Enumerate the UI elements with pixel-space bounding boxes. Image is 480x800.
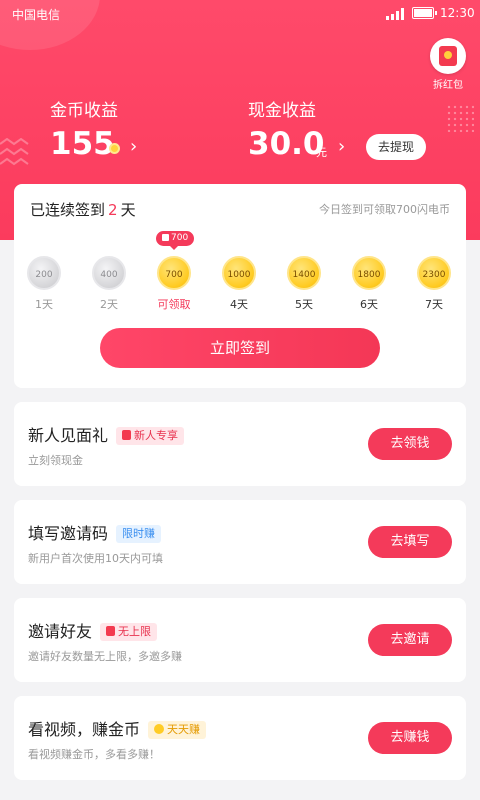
checkin-day: 1000 4天 — [217, 256, 261, 312]
task-title-text: 看视频，赚金币 — [28, 720, 141, 739]
day-label: 7天 — [425, 298, 443, 311]
task-card-newbie: 新人见面礼 新人专享 立刻领现金 去领钱 — [14, 402, 466, 486]
task-desc: 新用户首次使用10天内可填 — [28, 552, 163, 565]
red-envelope-icon — [122, 430, 132, 440]
task-title: 看视频，赚金币 天天赚 — [28, 716, 207, 740]
coin-icon — [109, 143, 120, 154]
task-action-button[interactable]: 去填写 — [368, 526, 452, 558]
coin-box-icon — [162, 234, 169, 241]
coin-earnings-value: 155 — [50, 126, 115, 162]
coin-icon: 1400 — [287, 256, 321, 290]
task-desc: 看视频赚金币，多看多赚！ — [28, 748, 160, 761]
task-desc: 立刻领现金 — [28, 454, 83, 467]
red-envelope-icon — [430, 38, 466, 74]
day-label: 4天 — [230, 298, 248, 311]
checkin-title-suffix: 天 — [120, 201, 136, 219]
chevron-right-icon[interactable]: › — [130, 136, 137, 157]
red-envelope-icon — [106, 626, 116, 636]
coin-icon — [154, 724, 165, 734]
battery-icon — [412, 7, 437, 19]
task-badge: 新人专享 — [116, 427, 185, 445]
task-card-watch-video: 看视频，赚金币 天天赚 看视频赚金币，多看多赚！ 去赚钱 — [14, 696, 466, 780]
task-title-text: 新人见面礼 — [28, 426, 109, 445]
coin-icon: 1800 — [352, 256, 386, 290]
clock: 12:30 — [440, 6, 475, 20]
day-label: 5天 — [295, 298, 313, 311]
zigzag-decoration — [0, 138, 29, 166]
task-badge: 限时赚 — [116, 525, 162, 543]
day-label: 1天 — [35, 298, 53, 311]
checkin-hint: 今日签到可领取700闪电币 — [319, 203, 450, 216]
checkin-day: 200 1天 — [22, 256, 66, 312]
checkin-day-today[interactable]: 700 可领取 — [152, 256, 196, 312]
cash-earnings-label: 现金收益 — [248, 101, 316, 121]
coin-icon: 200 — [27, 256, 61, 290]
task-desc: 邀请好友数量无上限，多邀多赚 — [28, 650, 182, 663]
day-label: 可领取 — [157, 298, 191, 311]
withdraw-button[interactable]: 去提现 — [366, 134, 426, 160]
task-badge: 天天赚 — [148, 721, 207, 739]
cash-earnings-value: 30.0 — [248, 126, 325, 162]
cash-earnings[interactable]: 现金收益 30.0 — [248, 96, 325, 162]
checkin-day: 1400 5天 — [282, 256, 326, 312]
task-badge: 无上限 — [100, 623, 158, 641]
reward-tooltip-value: 700 — [171, 233, 189, 243]
coin-icon: 400 — [92, 256, 126, 290]
coin-earnings[interactable]: 金币收益 155 — [50, 96, 118, 162]
task-title-text: 邀请好友 — [28, 622, 93, 641]
checkin-days: 2 — [108, 201, 118, 219]
task-badge-text: 限时赚 — [122, 527, 156, 540]
reward-tooltip: 700 — [156, 231, 195, 250]
task-action-button[interactable]: 去赚钱 — [368, 722, 452, 754]
coin-icon: 2300 — [417, 256, 451, 290]
checkin-card: 已连续签到 2 天 今日签到可领取700闪电币 700 200 1天 400 2天 … — [14, 184, 466, 388]
checkin-day: 2300 7天 — [412, 256, 456, 312]
dots-decoration — [446, 104, 474, 132]
task-title: 邀请好友 无上限 — [28, 618, 158, 642]
task-title-text: 填写邀请码 — [28, 524, 109, 543]
checkin-title-prefix: 已连续签到 — [30, 201, 106, 219]
task-title: 填写邀请码 限时赚 — [28, 520, 162, 544]
task-badge-text: 无上限 — [118, 625, 152, 638]
chevron-right-icon[interactable]: › — [338, 136, 345, 157]
checkin-day: 400 2天 — [87, 256, 131, 312]
cash-unit: 元 — [316, 146, 327, 159]
signal-icon — [386, 8, 406, 20]
coin-earnings-label: 金币收益 — [50, 101, 118, 121]
red-packet-label: 拆红包 — [433, 80, 463, 91]
carrier-name: 中国电信 — [12, 8, 61, 22]
coin-icon: 700 — [157, 256, 191, 290]
day-label: 6天 — [360, 298, 378, 311]
checkin-button[interactable]: 立即签到 — [100, 328, 380, 368]
task-badge-text: 新人专享 — [134, 429, 179, 442]
day-label: 2天 — [100, 298, 118, 311]
checkin-day: 1800 6天 — [347, 256, 391, 312]
coin-icon: 1000 — [222, 256, 256, 290]
task-badge-text: 天天赚 — [167, 723, 201, 736]
red-packet-button[interactable]: 拆红包 — [428, 38, 468, 91]
task-action-button[interactable]: 去邀请 — [368, 624, 452, 656]
task-action-button[interactable]: 去领钱 — [368, 428, 452, 460]
status-bar: 中国电信 12:30 — [0, 0, 480, 28]
checkin-title: 已连续签到 2 天 — [30, 199, 136, 220]
task-card-invite-code: 填写邀请码 限时赚 新用户首次使用10天内可填 去填写 — [14, 500, 466, 584]
task-title: 新人见面礼 新人专享 — [28, 422, 185, 446]
task-card-invite-friends: 邀请好友 无上限 邀请好友数量无上限，多邀多赚 去邀请 — [14, 598, 466, 682]
